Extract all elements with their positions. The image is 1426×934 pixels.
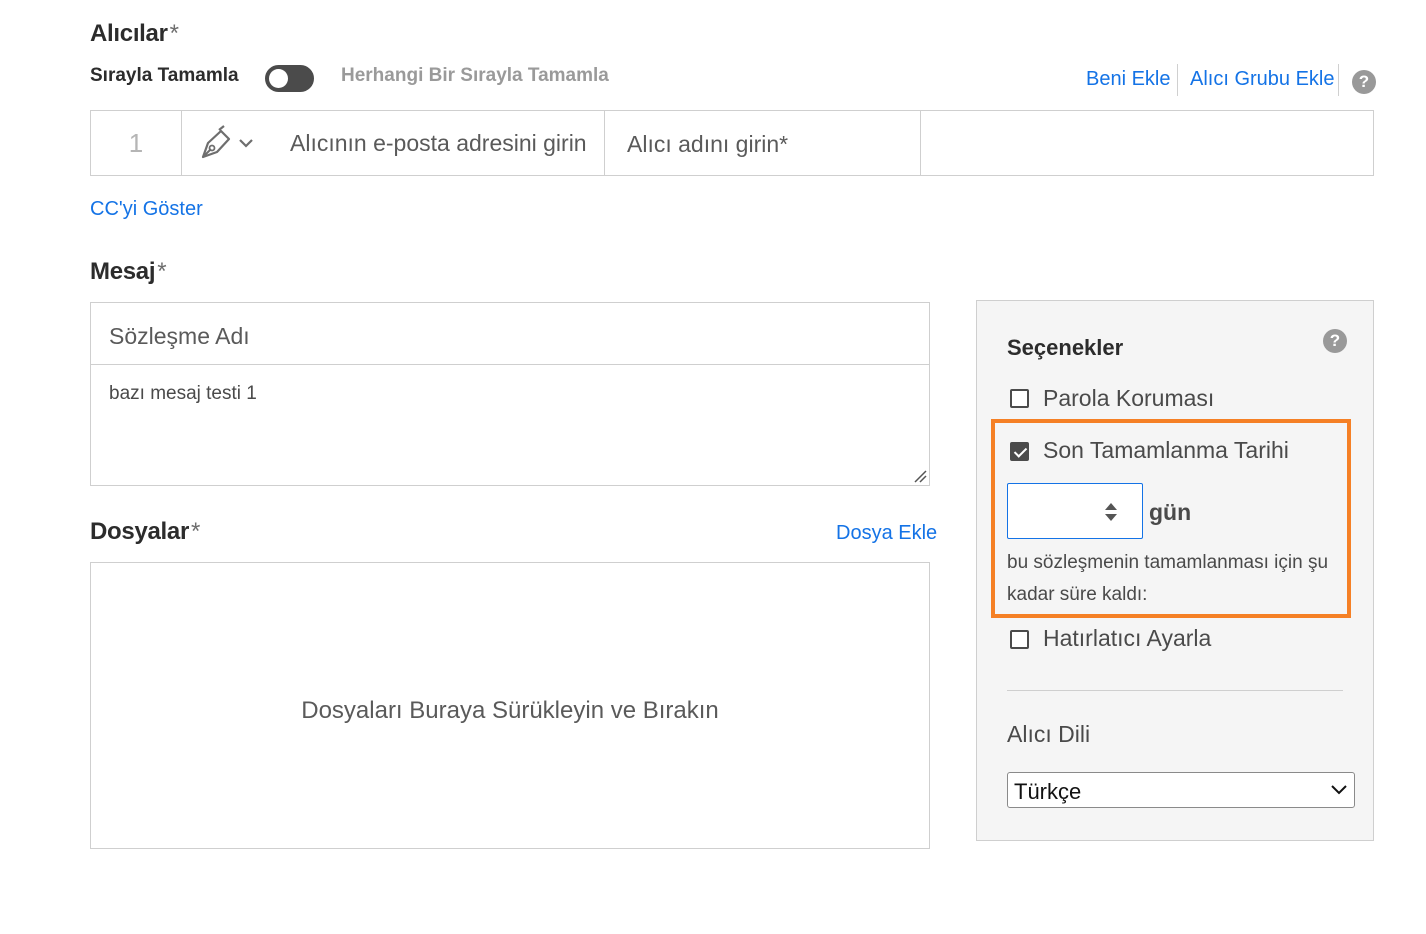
file-drop-zone[interactable]: Dosyaları Buraya Sürükleyin ve Bırakın <box>90 562 930 849</box>
recipient-row: 1 Alıcının e-posta adresini girin Alıcı … <box>90 110 1374 176</box>
toggle-knob <box>269 69 288 88</box>
agreement-name-input[interactable]: Sözleşme Adı <box>109 323 250 350</box>
options-title: Seçenekler <box>1007 335 1124 360</box>
options-help-icon[interactable]: ? <box>1323 329 1347 353</box>
password-protection-checkbox[interactable] <box>1010 389 1029 408</box>
recipient-language-label: Alıcı Dili <box>1007 721 1091 747</box>
sequence-label: Sırayla Tamamla <box>90 65 239 86</box>
resize-handle-icon[interactable] <box>913 469 927 483</box>
recipient-name-input[interactable]: Alıcı adını girin* <box>627 131 788 158</box>
cell-divider <box>604 111 605 175</box>
link-divider <box>1177 64 1178 96</box>
recipients-title-text: Alıcılar <box>90 20 168 47</box>
show-cc-link[interactable]: CC'yi Göster <box>90 198 203 221</box>
message-box: Sözleşme Adı bazı mesaj testi 1 <box>90 302 930 486</box>
recipient-index: 1 <box>128 128 144 158</box>
message-divider <box>91 364 929 365</box>
link-divider <box>1338 64 1339 96</box>
message-title: Mesaj* <box>90 258 167 286</box>
required-mark: * <box>191 518 201 545</box>
deadline-hint: bu sözleşmenin tamamlanması için şu kada… <box>1007 552 1329 605</box>
recipients-title: Alıcılar* <box>90 20 179 48</box>
add-me-link[interactable]: Beni Ekle <box>1086 68 1171 91</box>
days-input[interactable] <box>1007 483 1143 539</box>
sequence-toggle[interactable] <box>265 65 314 92</box>
recipient-language-value: Türkçe <box>1014 779 1082 804</box>
completion-deadline-checkbox[interactable] <box>1010 442 1029 461</box>
required-mark: * <box>169 20 179 47</box>
required-mark: * <box>157 258 167 285</box>
recipients-help-icon[interactable]: ? <box>1352 70 1376 94</box>
recipient-email-input[interactable]: Alıcının e-posta adresini girin <box>290 130 587 157</box>
cell-divider <box>181 111 182 175</box>
set-reminder-checkbox[interactable] <box>1010 630 1029 649</box>
recipient-language-select[interactable]: Türkçe <box>1007 772 1355 808</box>
message-title-text: Mesaj <box>90 258 156 285</box>
days-unit-label: gün <box>1149 499 1192 525</box>
chevron-down-icon <box>1331 785 1347 795</box>
stepper-arrows-icon[interactable] <box>1103 499 1119 525</box>
completion-deadline-label: Son Tamamlanma Tarihi <box>1043 437 1289 463</box>
pen-icon <box>201 125 253 159</box>
add-recipient-group-link[interactable]: Alıcı Grubu Ekle <box>1190 68 1335 91</box>
options-panel: Seçenekler ? Parola Koruması Son Tamamla… <box>976 300 1374 841</box>
signer-role-dropdown[interactable] <box>199 125 259 161</box>
drop-zone-text: Dosyaları Buraya Sürükleyin ve Bırakın <box>301 697 719 724</box>
any-order-label: Herhangi Bir Sırayla Tamamla <box>341 65 609 86</box>
files-title-text: Dosyalar <box>90 518 189 545</box>
add-file-link[interactable]: Dosya Ekle <box>836 522 937 545</box>
cell-divider <box>920 111 921 175</box>
message-body-textarea[interactable]: bazı mesaj testi 1 <box>109 383 257 405</box>
password-protection-label: Parola Koruması <box>1043 385 1215 411</box>
options-divider <box>1007 690 1343 691</box>
files-title: Dosyalar* <box>90 518 200 546</box>
set-reminder-label: Hatırlatıcı Ayarla <box>1043 625 1212 651</box>
